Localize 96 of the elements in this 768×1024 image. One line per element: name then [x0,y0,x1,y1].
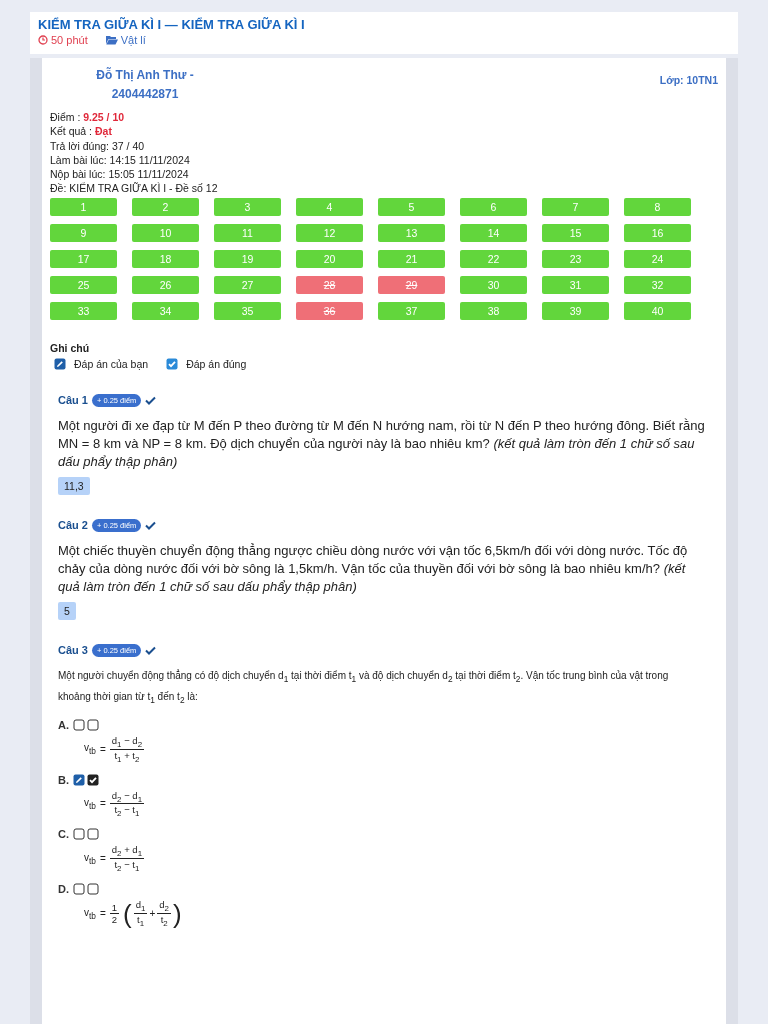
question-number-button[interactable]: 27 [214,275,281,294]
summary-line: Trả lời đúng: 37 / 40 [50,138,146,153]
fraction: d$_{2}$ t$_{2}$ [157,899,171,928]
clock-icon [38,35,48,45]
question-label: Câu 3 [58,644,88,657]
fraction: d$_{1}$ − d$_{2}$ t$_{1}$ + t$_{2}$ [109,734,145,764]
subject-label: Vật lí [105,34,146,46]
question-number-button[interactable]: 1 [50,197,117,216]
question-number-button[interactable]: 11 [214,223,281,242]
question-number-button[interactable]: 35 [214,301,281,320]
question-number-button[interactable]: 34 [132,301,199,320]
question-text: Một người chuyển động thẳng có độ dịch chuyển d$_{1}$ tại thời điểm t$_{1}$ và độ dịch chuyển d$_{2}$ tại thời điểm t$_{2}$. Vận tốc trung bình của vật trong khoảng thời gian từ t$_{1}$ đến t$_{2}$ là: [58,668,670,707]
student-id: 2404442871 [110,86,180,103]
question-number-button[interactable]: 19 [214,249,281,268]
legend-label: Đáp án của bạn [74,357,149,370]
question-number-button[interactable]: 16 [624,223,691,242]
option-letter: C. [58,828,69,841]
right-paren: ) [173,900,182,927]
plus-sign: + [149,908,156,919]
duration-label: 50 phút [38,34,88,46]
question-number-button[interactable]: 17 [50,249,117,268]
question-number-button[interactable]: 7 [542,197,609,216]
checkmark-icon [166,357,179,370]
question-text: Một người đi xe đạp từ M đến P theo đường từ M đến N hướng nam, rồi từ N đến P theo hướng đông. Biết rằng MN = 8 km và NP = 8 km. Độ dịch chuyển của người này là bao nhiêu km? (kết quả làm tròn đến 1 chữ số sau dấu phẩy thập phân) [58,416,706,471]
question-number-button[interactable]: 9 [50,223,117,242]
class-label: Lớp: 10TN1 [659,74,718,86]
formula-lhs: v$_{tb}$ [84,742,96,757]
equals-sign: = [99,908,106,919]
question-number-button[interactable]: 40 [624,301,691,320]
question-number-button[interactable]: 22 [460,249,527,268]
question-number-button[interactable]: 8 [624,197,691,216]
fraction: 1 2 [109,902,120,925]
exam-title: KIỂM TRA GIỮA KÌ I — KIỂM TRA GIỮA KÌ I [38,17,306,32]
option-letter: B. [58,773,69,786]
question-label: Câu 2 [58,519,88,532]
equals-sign: = [99,853,106,865]
question-number-button[interactable]: 14 [460,223,527,242]
summary-line: Nộp bài lúc: 15:05 11/11/2024 [50,167,190,182]
checkbox-icon [87,828,99,841]
question-number-button[interactable]: 26 [132,275,199,294]
formula-lhs: v$_{tb}$ [84,851,96,866]
question-number-button[interactable]: 39 [542,301,609,320]
question-number-button[interactable]: 25 [50,275,117,294]
checkbox-icon [87,883,99,896]
question-number-button[interactable]: 5 [378,197,445,216]
question-number-button[interactable]: 21 [378,249,445,268]
question-number-button[interactable]: 24 [624,249,691,268]
option-letter: D. [58,883,69,896]
question-number-button[interactable]: 10 [132,223,199,242]
question-number-button[interactable]: 12 [296,223,363,242]
question-number-button[interactable]: 3 [214,197,281,216]
question-text: Một chiếc thuyền chuyển động thẳng ngược chiều dòng nước với vận tốc 6,5km/h đối với dòng nước. Tốc độ chảy của dòng nước đối với bờ sông là 1,5km/h. Vận tốc của thuyền đối với bờ sông là bao nhiêu km/h? (kết quả làm tròn đến 1 chữ số sau dấu phẩy thập phân) [58,541,689,596]
legend-title: Ghi chú [50,341,91,354]
summary-line: Làm bài lúc: 14:15 11/11/2024 [50,152,191,168]
left-paren: ( [123,900,132,927]
fraction: d$_{2}$ − d$_{1}$ t$_{2}$ − t$_{1}$ [109,789,145,819]
question-number-button[interactable]: 13 [378,223,445,242]
answer-value: 11,3 [58,476,90,495]
question-number-button[interactable]: 2 [132,197,199,216]
question-number-button[interactable]: 30 [460,275,527,294]
answer-value: 5 [58,601,76,620]
student-name: Đỗ Thị Anh Thư - [95,66,195,84]
question-number-button[interactable]: 31 [542,275,609,294]
question-number-button[interactable]: 23 [542,249,609,268]
checkbox-icon [87,718,99,731]
question-number-button[interactable]: 15 [542,223,609,242]
folder-icon [105,35,118,45]
question-number-button[interactable]: 18 [132,249,199,268]
question-number-button[interactable]: 36 [296,301,363,320]
formula-lhs: v$_{tb}$ [84,906,96,921]
question-number-button[interactable]: 20 [296,249,363,268]
checkbox-icon [73,828,85,841]
question-number-button[interactable]: 28 [296,275,363,294]
fraction: d$_{1}$ t$_{1}$ [133,899,148,928]
pencil-icon [54,357,66,370]
checkmark-icon [87,773,99,786]
question-number-button[interactable]: 6 [460,197,527,216]
option-letter: A. [58,718,69,731]
question-label: Câu 1 [58,394,88,407]
equals-sign: = [99,743,106,755]
summary-line: Đề: KIỂM TRA GIỮA KÌ I - Đề số 12 [50,181,219,196]
pencil-icon [73,773,85,786]
summary-line: Kết quả : Đạt [50,124,113,139]
question-number-button[interactable]: 38 [460,301,527,320]
fraction: d$_{2}$ + d$_{1}$ t$_{2}$ − t$_{1}$ [109,844,145,874]
question-number-button[interactable]: 37 [378,301,445,320]
checkbox-icon [73,718,85,731]
question-number-button[interactable]: 29 [378,275,445,294]
legend-label: Đáp án đúng [186,357,247,370]
equals-sign: = [99,798,106,810]
formula-lhs: v$_{tb}$ [84,796,96,811]
question-number-button[interactable]: 32 [624,275,691,294]
checkbox-icon [73,883,85,896]
question-number-button[interactable]: 33 [50,301,117,320]
summary-line: Điểm : 9.25 / 10 [50,110,126,125]
question-number-button[interactable]: 4 [296,197,363,216]
